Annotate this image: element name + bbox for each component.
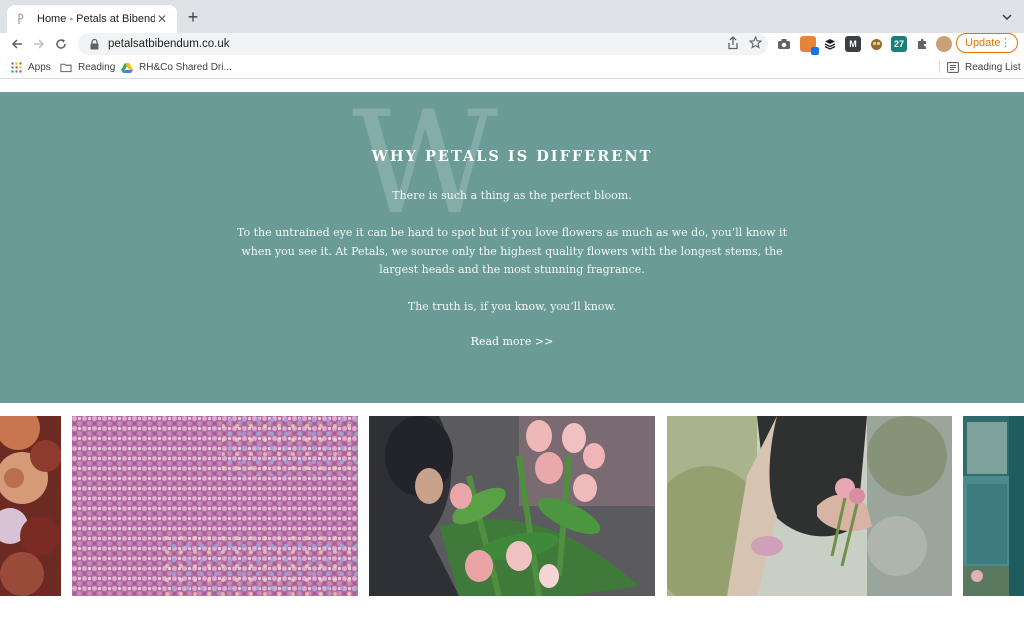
gallery-photo-tulips[interactable] bbox=[369, 416, 655, 596]
reload-icon[interactable] bbox=[52, 35, 70, 53]
intro-paragraph: There is such a thing as the perfect blo… bbox=[392, 189, 632, 202]
bookmark-reading-label: Reading bbox=[78, 61, 116, 73]
buffer-extension-icon[interactable] bbox=[822, 36, 838, 52]
share-icon[interactable] bbox=[727, 36, 739, 55]
apps-grid-icon bbox=[10, 61, 22, 73]
bookmark-apps-label: Apps bbox=[28, 61, 51, 73]
bookmarks-divider bbox=[939, 61, 940, 73]
reading-list-label: Reading List bbox=[965, 61, 1021, 73]
decorative-initial-letter: W bbox=[352, 92, 498, 246]
gallery-photo-roses[interactable] bbox=[0, 416, 61, 596]
new-tab-button[interactable]: + bbox=[184, 8, 202, 26]
folder-icon bbox=[60, 61, 72, 73]
google-drive-icon bbox=[121, 61, 133, 73]
reading-list-icon bbox=[947, 61, 959, 73]
owl-extension-icon[interactable] bbox=[868, 36, 884, 52]
why-petals-section: W WHY PETALS IS DIFFERENT There is such … bbox=[0, 92, 1024, 403]
bookmark-shared-drive-label: RH&Co Shared Dri... bbox=[139, 61, 232, 73]
profile-avatar[interactable] bbox=[936, 36, 952, 52]
photo-gallery bbox=[0, 416, 1024, 596]
tab-search-icon[interactable] bbox=[1000, 10, 1014, 24]
bookmark-apps[interactable]: Apps bbox=[10, 59, 51, 75]
gallery-photo-florist[interactable] bbox=[667, 416, 952, 596]
teal-extension-icon[interactable]: 27 bbox=[891, 36, 907, 52]
update-label: Update bbox=[965, 37, 1001, 49]
tab-strip: Home - Petals at Bibendum ✕ + bbox=[0, 0, 1024, 33]
reading-list-button[interactable]: Reading List bbox=[947, 59, 1021, 75]
orange-extension-icon[interactable] bbox=[800, 36, 819, 55]
address-bar[interactable]: petalsatbibendum.co.uk bbox=[78, 33, 768, 55]
update-button[interactable]: Update ⋮ bbox=[956, 33, 1018, 53]
medium-extension-icon[interactable]: M bbox=[845, 36, 861, 52]
bookmark-shared-drive[interactable]: RH&Co Shared Dri... bbox=[121, 59, 232, 75]
more-menu-icon[interactable]: ⋮ bbox=[1000, 36, 1011, 50]
close-tab-icon[interactable]: ✕ bbox=[155, 12, 169, 26]
gallery-photo-shopfront[interactable] bbox=[963, 416, 1024, 596]
bookmark-reading-folder[interactable]: Reading bbox=[60, 59, 115, 75]
lock-icon[interactable] bbox=[88, 38, 100, 50]
browser-toolbar: petalsatbibendum.co.uk M 27 Update ⋮ bbox=[0, 33, 1024, 55]
extensions-puzzle-icon[interactable] bbox=[914, 36, 930, 52]
bookmark-star-icon[interactable] bbox=[748, 35, 763, 55]
section-title: WHY PETALS IS DIFFERENT bbox=[371, 148, 653, 165]
gallery-photo-gypsophila[interactable] bbox=[72, 416, 358, 596]
browser-tab[interactable]: Home - Petals at Bibendum ✕ bbox=[7, 5, 177, 33]
camera-extension-icon[interactable] bbox=[776, 36, 792, 52]
page-content: W WHY PETALS IS DIFFERENT There is such … bbox=[0, 79, 1024, 640]
site-favicon-icon bbox=[15, 12, 29, 26]
body-paragraph: To the untrained eye it can be hard to s… bbox=[237, 226, 787, 276]
read-more-link[interactable]: Read more >> bbox=[0, 335, 1024, 348]
back-icon[interactable] bbox=[8, 35, 26, 53]
url-text: petalsatbibendum.co.uk bbox=[108, 38, 230, 50]
closing-paragraph: The truth is, if you know, you’ll know. bbox=[407, 300, 617, 313]
tab-title: Home - Petals at Bibendum bbox=[37, 13, 155, 25]
forward-icon[interactable] bbox=[30, 35, 48, 53]
bookmarks-bar: Apps Reading RH&Co Shared Dri... Reading… bbox=[0, 57, 1024, 77]
